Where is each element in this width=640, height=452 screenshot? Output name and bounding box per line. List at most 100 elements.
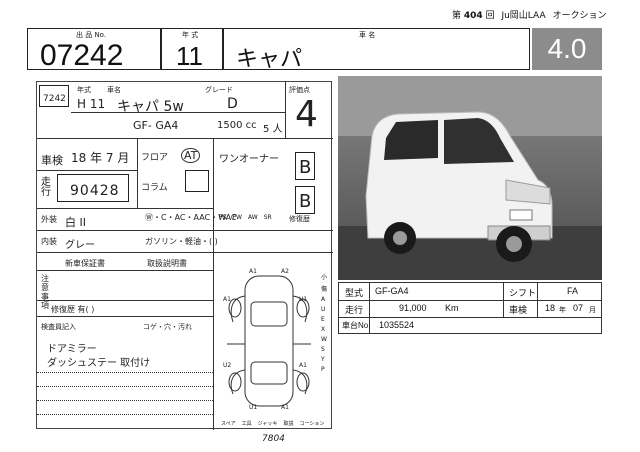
legend-6: X xyxy=(321,326,326,333)
legend-2: 傷 xyxy=(321,286,328,293)
int-color-value: グレー xyxy=(65,240,95,251)
exterior-score-box: B xyxy=(295,186,315,214)
inspection-sheet: 7242 年式 車名 グレード 評価点 H 11 キャパ 5w D 4 GF- … xyxy=(36,81,333,430)
grade-score: 4.0 xyxy=(547,33,587,64)
interior-score: B xyxy=(299,157,312,178)
table-mileage-label: 走行 xyxy=(345,305,364,315)
model-name: キャパ xyxy=(236,47,303,72)
table-month-unit: 月 xyxy=(589,307,596,314)
sr-label: SR xyxy=(263,214,272,221)
owner-value: ワンオーナー xyxy=(219,154,279,165)
grade-small-label: グレード xyxy=(205,86,233,94)
exterior-score: B xyxy=(299,191,312,212)
legend-1: 小 xyxy=(321,274,328,281)
legend-3: A xyxy=(321,296,326,303)
damage-mark-7: U1 xyxy=(249,404,258,411)
inspector-signature: 7804 xyxy=(262,434,285,444)
table-shaken-month: 07 xyxy=(573,303,584,313)
auction-header: 第 404 回 Ju岡山LAA オークション xyxy=(452,8,607,21)
score-value: 4 xyxy=(295,94,318,135)
vehicle-info-table: 型式 GF-GA4 シフト FA 走行 91,000 Km 車検 18 年 07… xyxy=(338,282,602,334)
session-number: 404 xyxy=(463,11,483,21)
stock-number: 7242 xyxy=(43,94,66,104)
vehicle-photo xyxy=(338,76,602,280)
legend-9: Y xyxy=(321,356,325,363)
model-code-label: 型式 xyxy=(345,288,364,298)
note-line-1: ドアミラー xyxy=(47,344,97,355)
model-label: 車 名 xyxy=(359,31,376,39)
damage-mark-2: A2 xyxy=(281,268,289,275)
note-label: 注意事項 xyxy=(41,274,49,310)
session-suffix: 回 xyxy=(485,11,495,21)
table-year-unit: 年 xyxy=(559,307,566,314)
model-name-box: 車 名 キャパ xyxy=(223,28,530,72)
chassis-value: GF- GA4 xyxy=(133,119,179,132)
table-mileage-unit: Km xyxy=(445,303,459,313)
damage-mark-3: A1 xyxy=(223,296,231,303)
venue-name: Ju岡山LAA xyxy=(501,11,546,21)
inspect-marks: コゲ・穴・汚れ xyxy=(143,323,192,331)
legend-7: W xyxy=(321,336,327,343)
model-code-value: GF-GA4 xyxy=(375,286,409,296)
shaken-value: 18 年 7 月 xyxy=(71,151,130,165)
column-label: コラム xyxy=(141,183,168,193)
shaken-label: 車検 xyxy=(41,154,63,167)
damage-mark-6: A1 xyxy=(299,362,307,369)
aw-label: AW xyxy=(248,214,258,221)
lot-number: 07242 xyxy=(40,39,124,72)
legend-8: S xyxy=(321,346,325,353)
interior-score-box: B xyxy=(295,152,315,180)
option-box xyxy=(185,170,209,192)
mileage-label: 走行 xyxy=(41,177,51,198)
damage-mark-4: U1 xyxy=(299,296,308,303)
table-shaken-label: 車検 xyxy=(509,305,528,315)
note-line-2: ダッシュステー 取付け xyxy=(47,358,151,369)
bottom-legend-3: ジャッキ xyxy=(257,421,278,427)
repair-label: 修復歴 有( ) xyxy=(51,305,95,314)
era-value: H 11 xyxy=(77,97,106,111)
damage-mark-8: A1 xyxy=(281,404,289,411)
mileage-value: 90428 xyxy=(70,183,120,199)
floor-label: フロア xyxy=(141,153,169,163)
color-label: 外装 xyxy=(41,215,57,224)
bottom-legend-4: 取説 xyxy=(283,421,294,427)
auction-label: オークション xyxy=(552,11,607,21)
bottom-legend-1: スペア xyxy=(221,421,236,427)
table-shaken-year: 18 xyxy=(545,303,556,313)
bottom-legend-5: コーション xyxy=(299,421,325,427)
cc-value: 1500 cc xyxy=(217,120,257,131)
fuel-row: ガソリン・軽油・( ) xyxy=(145,237,218,246)
table-mileage-value: 91,000 xyxy=(399,303,427,313)
seats-value: 5 人 xyxy=(263,124,283,135)
legend-5: E xyxy=(321,316,325,323)
year-label: 年 式 xyxy=(182,31,199,39)
inspect-label: 検査員記入 xyxy=(41,323,76,331)
color-value: 白 II xyxy=(65,216,86,229)
manual-label: 取扱説明書 xyxy=(147,259,187,268)
car-image xyxy=(338,76,602,280)
stock-box: 7242 xyxy=(39,85,69,107)
side-legend: 小 傷 A U E X W S Y P xyxy=(321,272,327,373)
session-prefix: 第 xyxy=(452,11,462,21)
pw-label: PW xyxy=(232,214,242,221)
car-damage-diagram xyxy=(227,275,311,407)
mileage-box: 90428 xyxy=(57,174,129,202)
shift-value: FA xyxy=(567,286,579,296)
ps-labels: PS PW AW SR xyxy=(219,214,272,221)
name-value: キャパ 5w xyxy=(117,99,184,115)
year-small-label: 年式 xyxy=(77,86,91,94)
lot-number-box: 出 品 No. 07242 xyxy=(27,28,161,72)
damage-mark-5: U2 xyxy=(223,362,232,369)
at-value: AT xyxy=(181,148,201,163)
damage-mark-1: A1 xyxy=(249,268,257,275)
legend-4: U xyxy=(321,306,326,313)
cert-label: 新車保証書 xyxy=(65,259,105,268)
chassis-number: 1035524 xyxy=(379,320,415,330)
model-year-box: 年 式 11 xyxy=(161,28,223,71)
legend-10: P xyxy=(321,366,325,373)
int-color-label: 内装 xyxy=(41,237,57,246)
grade-value: D xyxy=(227,96,238,112)
bottom-legend: スペア 工具 ジャッキ 取説 コーション xyxy=(221,420,324,427)
chassis-label: 車台No. xyxy=(342,321,371,330)
bottom-legend-2: 工具 xyxy=(241,421,252,427)
